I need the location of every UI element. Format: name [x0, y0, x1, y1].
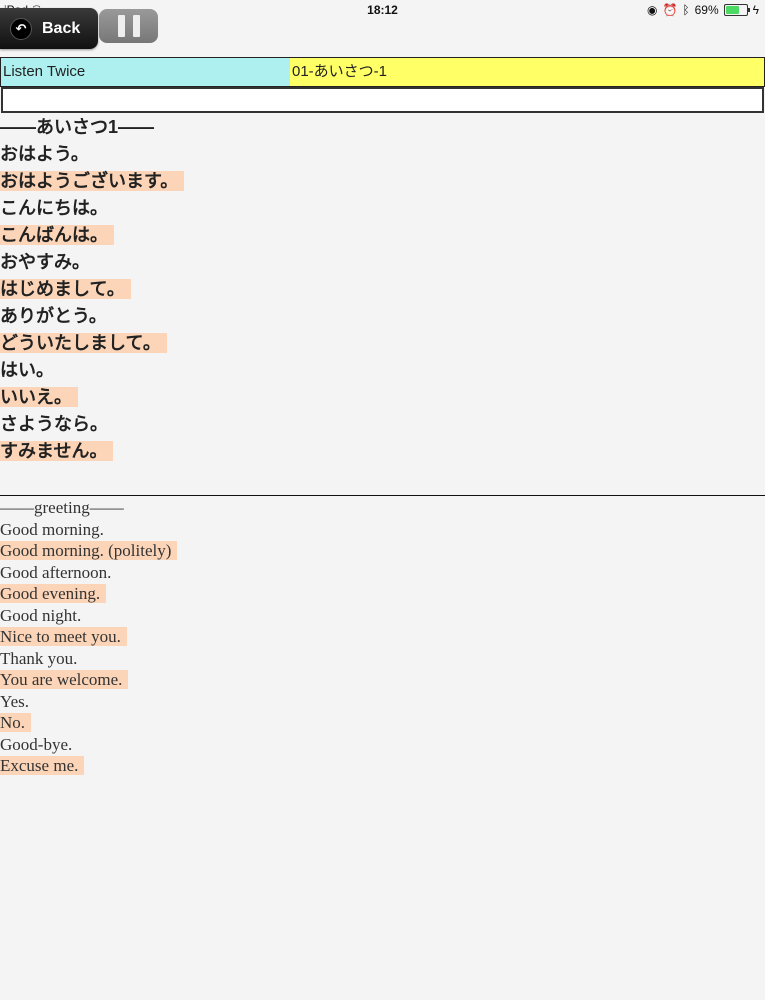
alarm-icon: ⏰ [662, 3, 678, 17]
japanese-phrase[interactable]: こんばんは。 [0, 225, 114, 245]
english-phrase[interactable]: Yes. [0, 692, 29, 711]
japanese-phrase[interactable]: こんにちは。 [0, 198, 108, 218]
english-heading: ——greeting—— [0, 498, 124, 517]
play-mode-label[interactable]: Listen Twice [1, 58, 290, 86]
charging-icon: ϟ [752, 3, 759, 17]
english-phrase[interactable]: Nice to meet you. [0, 627, 127, 646]
text-input-box[interactable] [1, 87, 764, 113]
english-phrase[interactable]: Thank you. [0, 649, 77, 668]
battery-fill [725, 6, 740, 14]
japanese-phrase-list: ——あいさつ1—— おはよう。 おはようございます。 こんにちは。 こんばんは。… [0, 114, 765, 465]
pause-icon-bar [132, 15, 140, 37]
battery-icon [723, 4, 750, 16]
battery-percent: 69% [694, 3, 719, 17]
info-bar: Listen Twice 01-あいさつ-1 [0, 57, 765, 87]
section-divider [0, 495, 765, 496]
japanese-phrase[interactable]: おはようございます。 [0, 171, 185, 191]
english-phrase[interactable]: Good afternoon. [0, 563, 111, 582]
english-phrase[interactable]: Good night. [0, 606, 81, 625]
japanese-phrase[interactable]: どういたしまして。 [0, 333, 167, 353]
japanese-phrase[interactable]: おやすみ。 [0, 252, 90, 272]
japanese-phrase[interactable]: さようなら。 [0, 414, 108, 434]
japanese-phrase[interactable]: いいえ。 [0, 387, 78, 407]
status-right: ◉ ⏰ ᛒ 69% ϟ [647, 3, 759, 17]
pause-button[interactable] [99, 9, 158, 43]
back-button-label: Back [42, 19, 81, 37]
english-phrase-list: ——greeting—— Good morning. Good morning.… [0, 497, 765, 777]
english-phrase[interactable]: Good morning. (politely) [0, 541, 178, 560]
pause-icon [117, 15, 125, 37]
bluetooth-icon: ᛒ [682, 3, 690, 17]
japanese-phrase[interactable]: はい。 [0, 360, 54, 380]
english-phrase[interactable]: Excuse me. [0, 756, 85, 775]
english-phrase[interactable]: Good evening. [0, 584, 107, 603]
japanese-phrase[interactable]: ありがとう。 [0, 306, 107, 326]
japanese-heading: ——あいさつ1—— [0, 117, 155, 137]
japanese-phrase[interactable]: おはよう。 [0, 144, 89, 164]
english-phrase[interactable]: No. [0, 713, 32, 732]
back-arrow-icon: ↶ [10, 17, 32, 40]
rotation-lock-icon: ◉ [646, 3, 658, 17]
japanese-phrase[interactable]: はじめまして。 [0, 279, 131, 299]
english-phrase[interactable]: Good morning. [0, 520, 104, 539]
japanese-phrase[interactable]: すみません。 [0, 441, 114, 461]
english-phrase[interactable]: Good-bye. [0, 735, 72, 754]
back-button[interactable]: ↶ Back [0, 8, 98, 49]
track-title: 01-あいさつ-1 [290, 58, 764, 86]
english-phrase[interactable]: You are welcome. [0, 670, 129, 689]
